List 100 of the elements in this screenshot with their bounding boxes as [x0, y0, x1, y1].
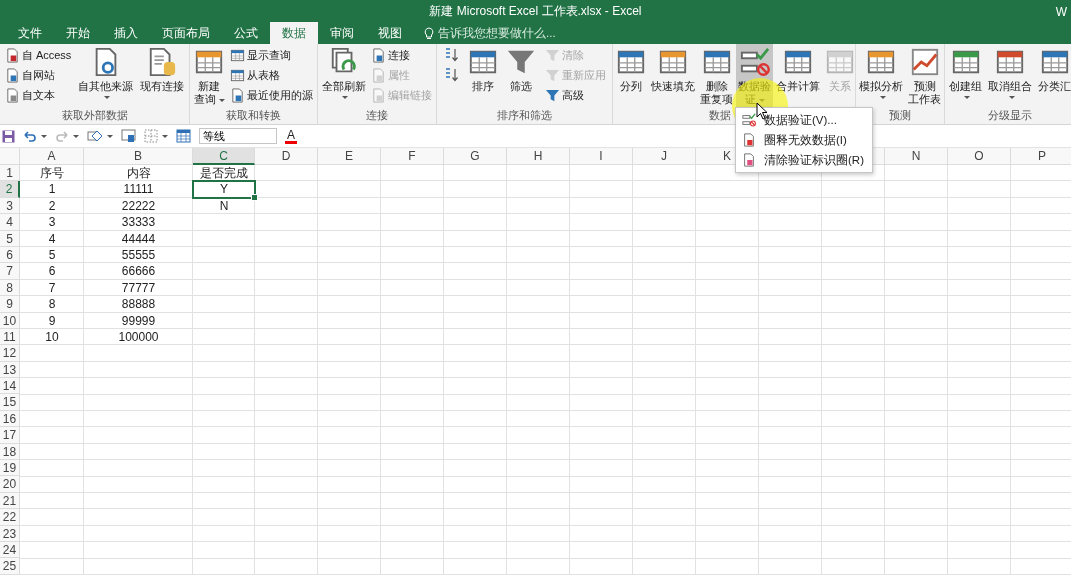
row-header[interactable]: 7 [0, 263, 20, 280]
ribbon-button[interactable]: 取消组合 [986, 44, 1034, 108]
table-cell-text: 100000 [117, 328, 160, 346]
table-icon[interactable] [176, 129, 191, 143]
ribbon-button[interactable]: 最近使用的源 [228, 86, 316, 104]
group-label: 分级显示 [988, 109, 1032, 121]
ribbon-button[interactable]: 分列 [614, 44, 648, 108]
ribbon-button[interactable]: 显示查询 [228, 46, 316, 64]
row-header[interactable]: 9 [0, 296, 20, 313]
table-cell-text: N [218, 197, 230, 215]
ribbon-button[interactable]: 现有连接 [138, 44, 187, 108]
ribbon-button[interactable]: 删除 重复项 [698, 44, 735, 108]
ribbon-button[interactable]: 合并计算 [774, 44, 822, 108]
table-cell-text: 99999 [120, 312, 157, 329]
column-header[interactable]: E [318, 148, 381, 165]
ribbon-button[interactable]: 自其他来源 [76, 44, 136, 108]
ribbon-button[interactable]: 从表格 [228, 66, 316, 84]
row-header[interactable]: 25 [0, 558, 20, 575]
table-cell-text: 3 [47, 214, 57, 231]
group-label: 排序和筛选 [497, 109, 552, 121]
ribbon-tab[interactable]: 开始 [54, 22, 102, 44]
ribbon-tab[interactable]: 数据 [270, 22, 318, 44]
column-header[interactable]: I [570, 148, 633, 165]
menu-item[interactable]: 数据验证(V)... [736, 110, 872, 130]
ribbon-tab[interactable]: 文件 [6, 22, 54, 44]
group-label: 预测 [889, 109, 911, 121]
column-header[interactable]: N [885, 148, 948, 165]
ribbon-button[interactable]: 快速填充 [649, 44, 697, 108]
column-header[interactable]: H [507, 148, 570, 165]
ribbon-button[interactable]: 模拟分析 [857, 44, 905, 108]
document-icon [371, 67, 387, 83]
ribbon-button[interactable]: 分类汇 [1036, 44, 1071, 108]
sort-icon [443, 47, 460, 63]
column-header[interactable]: A [20, 148, 84, 165]
ribbon-tab[interactable]: 公式 [222, 22, 270, 44]
ribbon-tab[interactable]: 插入 [102, 22, 150, 44]
sort-icon [443, 67, 460, 83]
document-icon [147, 47, 178, 77]
table-cell-text: 55555 [120, 246, 157, 264]
column-header[interactable]: D [255, 148, 318, 165]
document-icon [742, 153, 756, 167]
ribbon-tab[interactable]: 审阅 [318, 22, 366, 44]
table-cell: Y [193, 181, 255, 198]
font-field[interactable]: 等线 [199, 128, 277, 144]
screen-icon[interactable] [121, 129, 136, 143]
funnel-icon [544, 87, 560, 103]
menu-item[interactable]: 圈释无效数据(I) [736, 130, 872, 150]
tell-me-field[interactable]: 告诉我您想要做什么... [438, 27, 598, 39]
row-header[interactable]: 20 [0, 476, 20, 493]
table-cell-text: 1 [47, 181, 57, 198]
ribbon-button[interactable]: 排序 [465, 44, 500, 108]
ribbon-button[interactable]: 自网站 [2, 66, 74, 84]
table-cell-text: 5 [47, 246, 57, 264]
row-header[interactable]: 12 [0, 345, 20, 362]
undo-icon[interactable] [23, 130, 37, 142]
document-icon [742, 133, 756, 147]
column-header[interactable]: F [381, 148, 444, 165]
row-header[interactable]: 4 [0, 214, 20, 231]
ribbon-button[interactable]: 筛选 [504, 44, 539, 108]
row-header[interactable]: 22 [0, 509, 20, 526]
column-header[interactable]: B [84, 148, 193, 165]
validation-icon [742, 113, 756, 127]
table-cell-text: 44444 [120, 230, 157, 247]
ribbon-button[interactable]: 自 Access [2, 46, 74, 64]
row-header[interactable]: 15 [0, 394, 20, 411]
ribbon-button[interactable]: 预测 工作表 [906, 44, 943, 108]
fill-handle[interactable] [251, 193, 258, 201]
document-icon [4, 47, 20, 63]
table-cell-text: 6 [47, 263, 57, 280]
ribbon-button[interactable]: 新建 查询 [191, 44, 227, 108]
font-color-button[interactable]: A [285, 128, 297, 144]
ribbon-button[interactable]: 创建组 [947, 44, 984, 108]
column-header[interactable]: O [948, 148, 1011, 165]
save-icon[interactable] [2, 129, 15, 143]
table-cell-text: 4 [47, 230, 57, 247]
ribbon-button[interactable]: 高级 [542, 86, 608, 104]
document-icon [4, 67, 20, 83]
chart-icon [909, 47, 940, 77]
ribbon-tab[interactable]: 页面布局 [150, 22, 222, 44]
ribbon-button[interactable]: 全部刷新 [319, 44, 368, 108]
column-header[interactable]: G [444, 148, 507, 165]
row-header[interactable]: 14 [0, 378, 20, 395]
column-header[interactable]: J [633, 148, 696, 165]
table-cell-text: 是否完成 [199, 165, 249, 182]
table-cell-text: 9 [47, 312, 57, 329]
row-header[interactable]: 19 [0, 460, 20, 477]
document-icon [371, 47, 387, 63]
column-header[interactable]: C [193, 148, 255, 165]
row-header[interactable]: 2 [0, 181, 20, 198]
row-header[interactable]: 1 [0, 165, 20, 182]
table-cell-text: 33333 [120, 214, 157, 231]
document-icon [371, 87, 387, 103]
ribbon-button[interactable]: 连接 [369, 46, 435, 64]
shapes-icon[interactable] [87, 129, 103, 143]
ribbon-tab[interactable]: 视图 [366, 22, 414, 44]
ribbon-button[interactable]: 自文本 [2, 86, 74, 104]
column-header[interactable]: P [1011, 148, 1071, 165]
row-header[interactable]: 17 [0, 427, 20, 444]
table-cell-text: 10 [44, 328, 60, 346]
table-cell-text: 66666 [120, 263, 157, 280]
